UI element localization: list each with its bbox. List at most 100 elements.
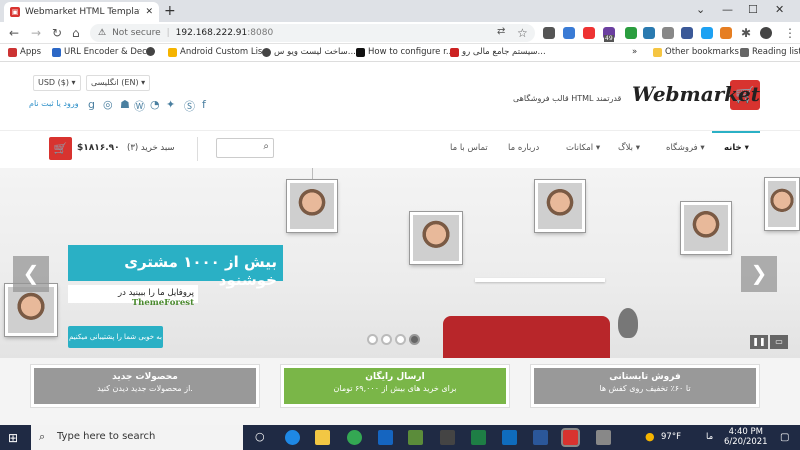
nav-features[interactable]: امکانات ▾ [566,143,600,153]
extension-icon[interactable] [563,27,575,39]
bookmark-item[interactable]: URL Encoder & Dec... [52,47,155,57]
windows-start-icon[interactable]: ⊞ [8,431,18,445]
extensions-puzzle-icon[interactable]: ✱ [741,26,751,40]
rss-icon[interactable]: ◔ [150,98,160,111]
cart-price[interactable]: $۱۸۱۶.۹۰ [77,143,120,153]
task-view-icon[interactable]: ○ [255,430,265,443]
themeforest-logo: ThemeForest [131,298,194,308]
android-icon[interactable]: ☗ [120,98,130,111]
slider-next-button[interactable]: ❯ [741,256,777,292]
word-icon[interactable] [533,430,548,445]
wordpress-icon[interactable]: Ⓦ [134,98,145,114]
overlay-controls: ❚❚ ▭ [750,335,788,349]
url-host: 192.168.222.91 [175,28,248,38]
not-secure-label[interactable]: Not secure [112,28,161,38]
reading-list[interactable]: Reading list [740,47,800,57]
extension-icon[interactable] [662,27,674,39]
slider-dot-active[interactable] [409,334,420,345]
clock-time: 4:40 PM [728,427,763,437]
weather-temp[interactable]: 97°F [661,432,681,442]
tab-close-icon[interactable]: ✕ [145,7,153,17]
home-icon[interactable]: ⌂ [72,26,80,40]
bookmark-folder[interactable]: Other bookmarks [653,47,739,57]
bookmark-item[interactable]: How to configure r... [356,47,454,57]
banner-new-products[interactable]: محصولات جدید از محصولات جدید دیدن کنید. [30,364,260,408]
dribbble-icon[interactable]: ◎ [103,98,113,111]
site-search-input[interactable]: ⌕ [216,138,274,158]
windows-taskbar: ⊞ ⌕ Type here to search ○ ● 97°F ما 4:40… [0,425,800,450]
screen-icon[interactable]: ▭ [770,335,788,349]
nav-home[interactable]: خانه ▾ [724,143,749,153]
chrome-icon[interactable] [347,430,362,445]
bookmark-item[interactable]: ساخت لیست ویو س... [262,47,356,57]
file-explorer-icon[interactable] [315,430,330,445]
nav-about[interactable]: درباره ما [508,143,539,153]
pause-icon[interactable]: ❚❚ [750,335,768,349]
forward-icon[interactable]: → [31,26,41,40]
app-icon[interactable] [596,430,611,445]
slider-dot[interactable] [381,334,392,345]
active-app-icon[interactable] [561,428,580,447]
taskbar-clock[interactable]: 4:40 PM 6/20/2021 [724,427,768,447]
new-tab-button[interactable]: + [164,3,176,19]
slider-dot[interactable] [395,334,406,345]
twitter-icon[interactable]: ✦ [166,98,175,111]
extension-icon[interactable] [625,27,637,39]
slider-prev-button[interactable]: ❮ [13,256,49,292]
banner-summer-sale[interactable]: فروش تابستانی تا ۶۰٪ تخفیف روی کفش ها [530,364,760,408]
bookmark-item[interactable]: سیستم جامع مالی رو... [450,47,546,57]
bookmark-item[interactable] [146,47,158,56]
extension-icon[interactable] [720,27,732,39]
reload-icon[interactable]: ↻ [52,26,62,40]
cart-label[interactable]: سبد خرید (۳) [127,143,175,153]
warning-icon[interactable]: ⚠ [98,28,106,38]
bookmark-star-icon[interactable]: ☆ [517,26,528,40]
maximize-button[interactable]: ☐ [748,3,758,16]
slider-pagination [367,334,420,345]
login-link[interactable]: ورود یا ثبت نام [29,99,79,108]
nav-contact[interactable]: تماس با ما [450,143,488,153]
site-logo[interactable]: Webmarket [632,82,760,106]
address-bar[interactable]: ⚠ Not secure | 192.168.222.91:8080 [90,24,535,42]
menu-kebab-icon[interactable]: ⋮ [784,26,796,40]
notifications-icon[interactable]: ▢ [780,432,789,443]
slide-cta-button[interactable]: به خوبی شما را پشتیبانی میکنیم [68,326,163,348]
edge-icon[interactable] [285,430,300,445]
app-icon[interactable] [378,430,393,445]
app-icon[interactable] [440,430,455,445]
browser-tab[interactable]: ▣ Webmarket HTML Template - Ha ✕ [4,2,159,22]
portrait-frame [287,180,337,232]
tab-search-icon[interactable]: ⌄ [696,3,705,16]
input-language[interactable]: ما [706,432,713,442]
close-window-button[interactable]: ✕ [775,3,784,16]
app-icon[interactable] [408,430,423,445]
translate-icon[interactable]: ⇄ [497,26,505,37]
facebook-icon[interactable]: f [202,98,206,111]
nav-shop[interactable]: فروشگاه ▾ [666,143,705,153]
minimize-button[interactable]: — [722,3,733,16]
gplus-icon[interactable]: g [88,98,95,111]
extension-icon[interactable] [643,27,655,39]
slider-dot[interactable] [367,334,378,345]
weather-icon[interactable]: ● [645,430,655,443]
profile-avatar[interactable] [760,27,772,39]
back-icon[interactable]: ← [9,26,19,40]
language-dropdown[interactable]: انگلیسی (EN) ▾ [86,75,151,91]
bookmark-item[interactable]: Android Custom Lis... [168,47,270,57]
outlook-icon[interactable] [502,430,517,445]
skype-icon[interactable]: Ⓢ [184,98,195,114]
excel-icon[interactable] [471,430,486,445]
tab-title: Webmarket HTML Template - Ha [25,7,140,17]
banner-free-shipping[interactable]: ارسال رایگان برای خرید های بیش از ۶۹,۰۰۰ … [280,364,510,408]
currency-dropdown[interactable]: USD ($) ▾ [33,75,81,91]
bookmarks-overflow-icon[interactable]: » [632,47,637,57]
nav-blog[interactable]: بلاگ ▾ [618,143,640,153]
extension-icon[interactable] [583,27,595,39]
taskbar-search[interactable]: ⌕ Type here to search [31,425,243,450]
search-icon[interactable]: ⌕ [263,141,269,152]
extension-icon[interactable] [543,27,555,39]
extension-icon[interactable] [681,27,693,39]
cart-button[interactable]: 🛒 [49,137,72,160]
extension-icon[interactable] [701,27,713,39]
bookmark-apps[interactable]: Apps [8,47,41,57]
